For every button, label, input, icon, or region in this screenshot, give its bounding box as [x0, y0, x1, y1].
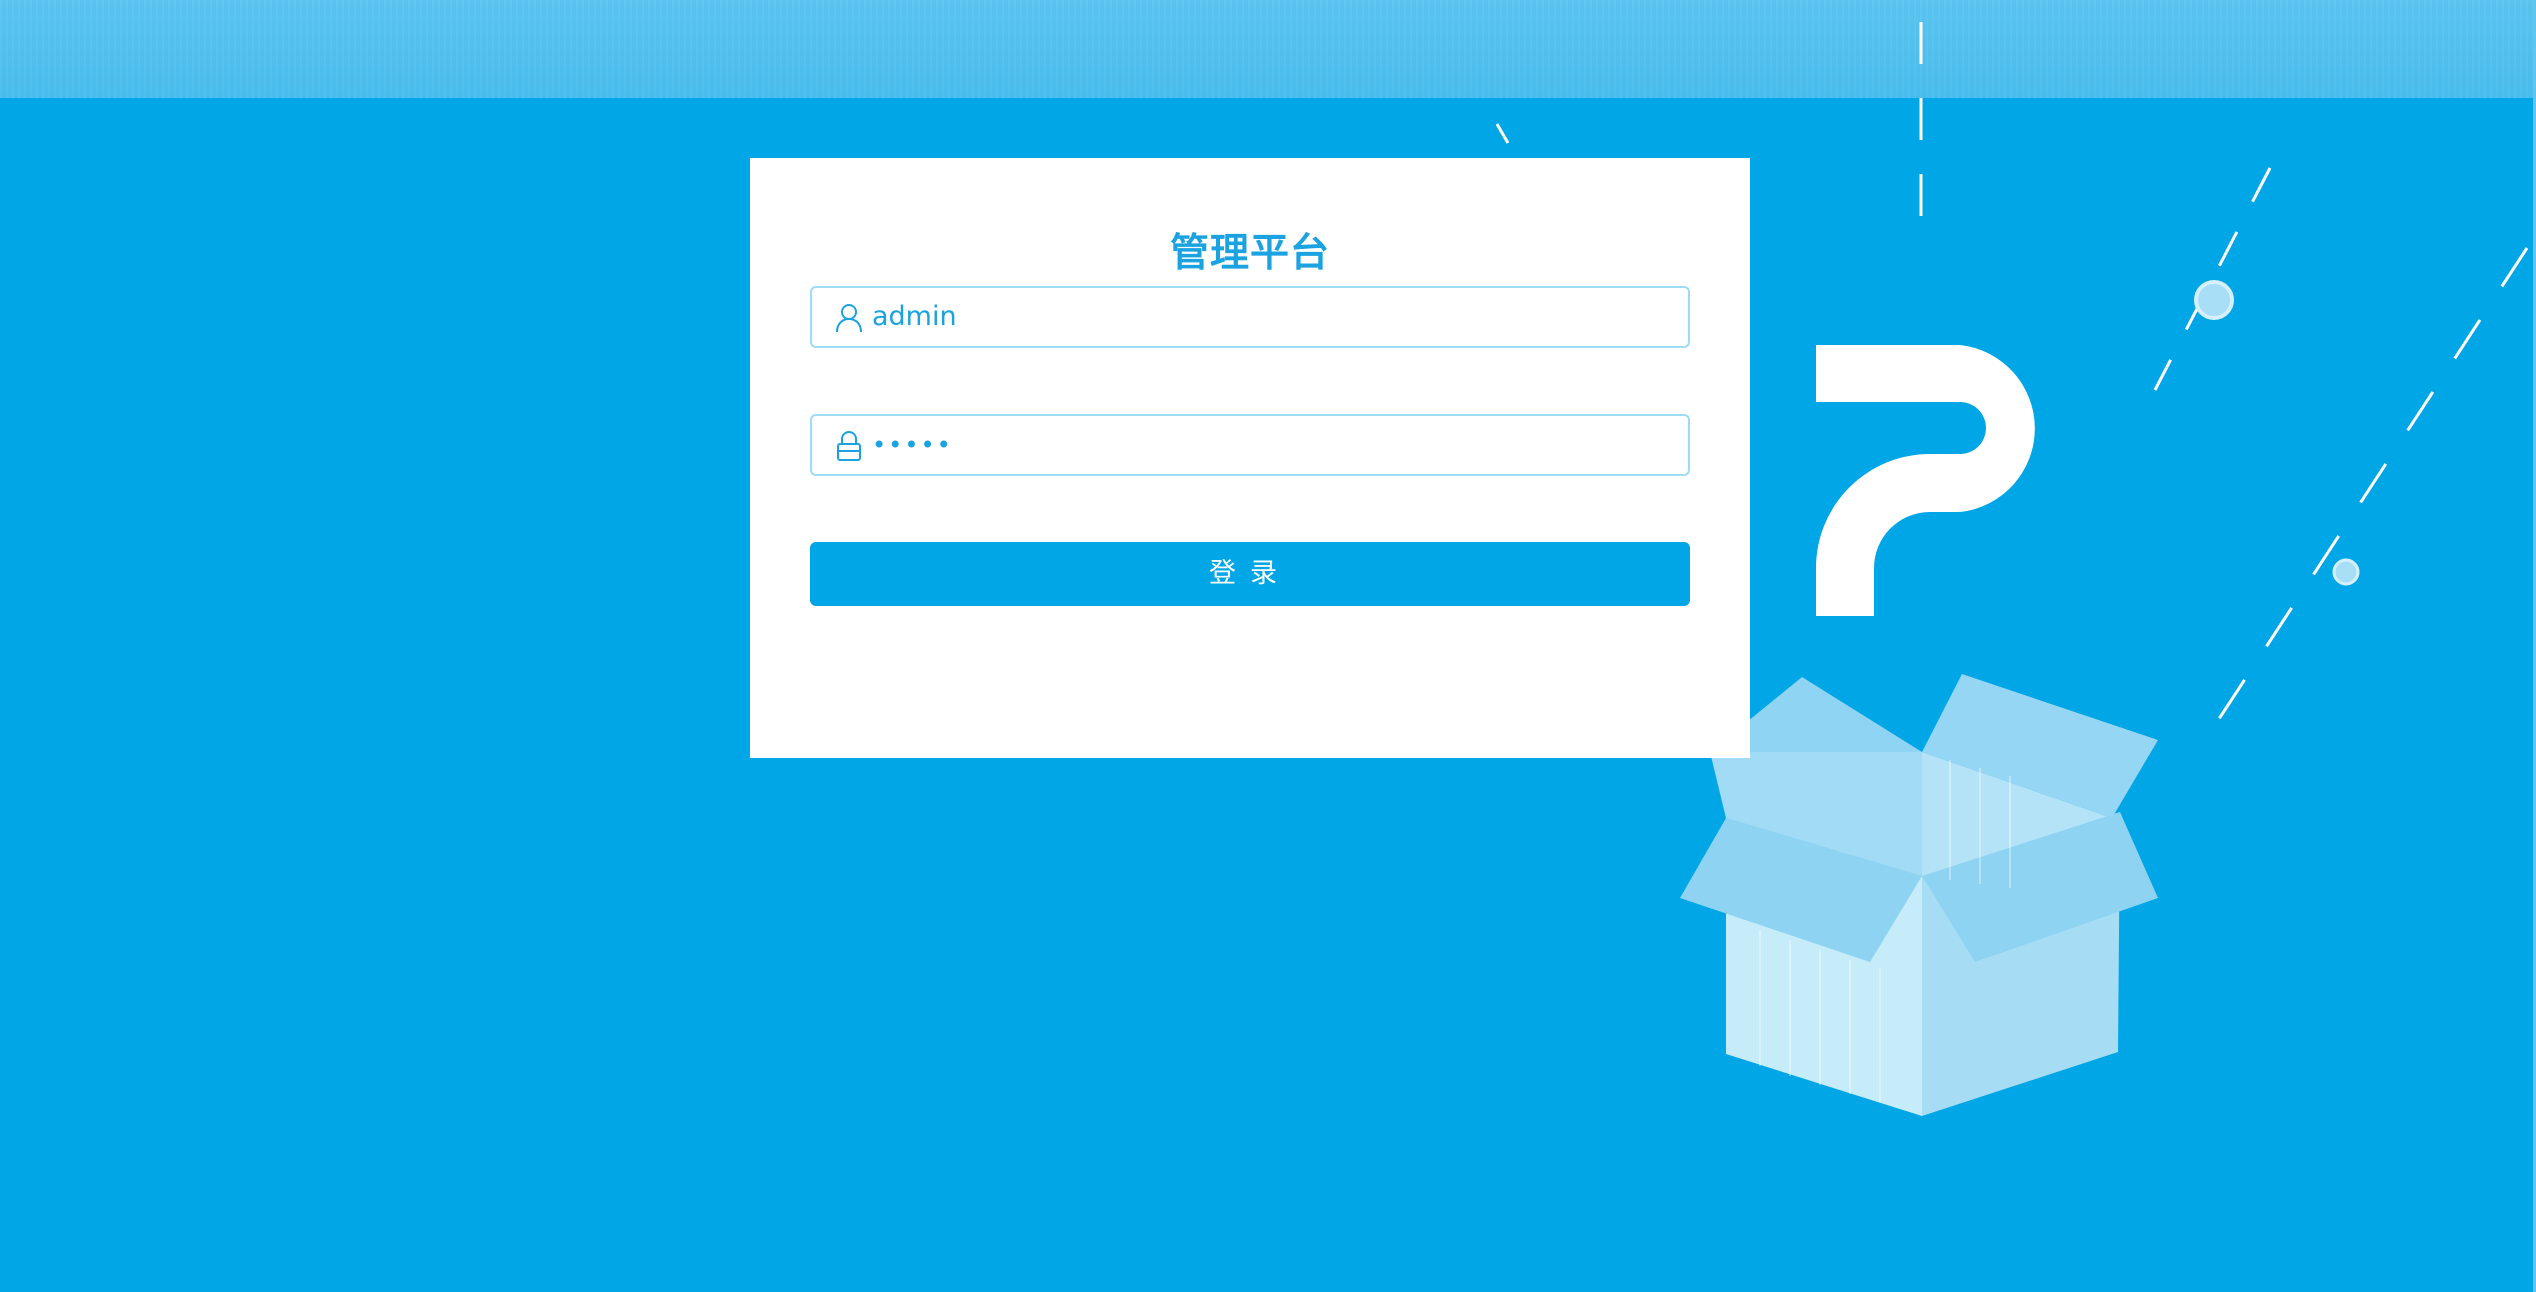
bubble-small	[2332, 558, 2360, 586]
lock-icon	[837, 431, 861, 461]
question-mark-shape	[1816, 345, 2035, 616]
dashed-line-diagonal-2	[2198, 247, 2529, 749]
dashed-line-left	[1495, 123, 1510, 144]
user-icon	[836, 304, 862, 333]
login-button[interactable]: 登录	[810, 542, 1690, 606]
login-card: 管理平台 admin ••••• 登录	[750, 158, 1750, 758]
bubble-large	[2194, 280, 2234, 320]
username-field[interactable]: admin	[810, 286, 1690, 348]
login-page: 管理平台 admin ••••• 登录	[0, 0, 2536, 1292]
password-value: •••••	[872, 431, 953, 459]
open-box	[1680, 674, 2158, 1116]
dashed-line-diagonal-1	[2153, 167, 2272, 391]
username-value: admin	[872, 301, 957, 332]
page-title: 管理平台	[1169, 231, 1330, 276]
password-field[interactable]: •••••	[810, 414, 1690, 476]
